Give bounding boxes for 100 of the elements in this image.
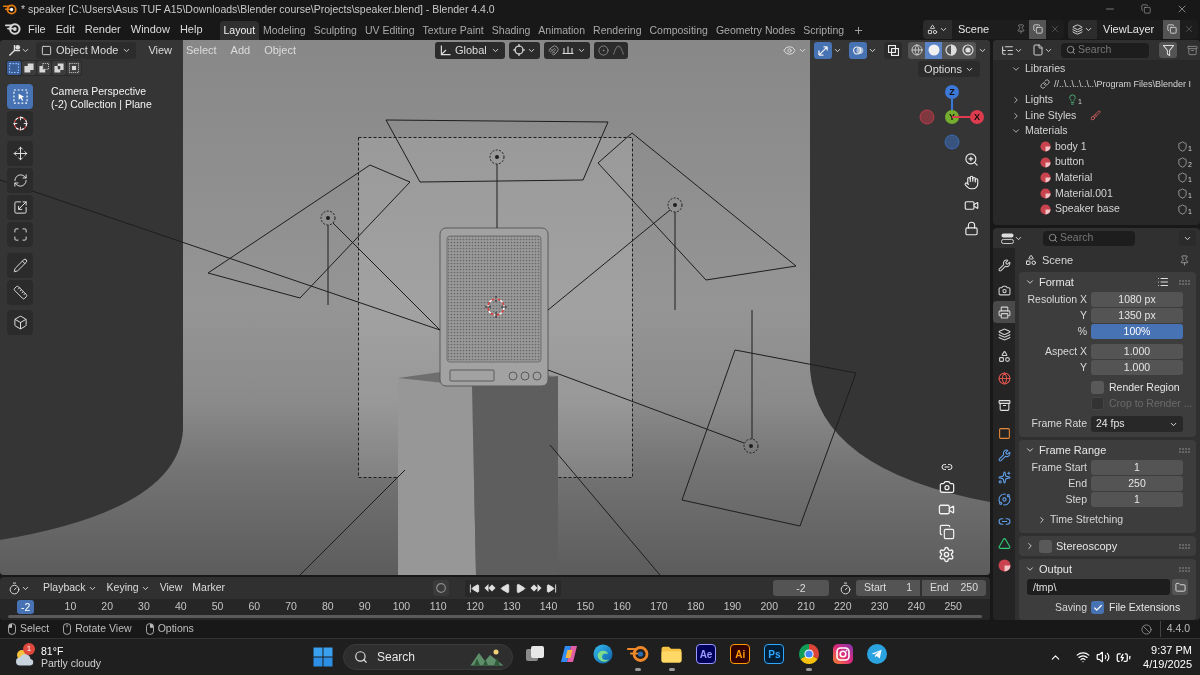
menu-item[interactable]: Marker	[187, 580, 230, 596]
shield-icon[interactable]	[1177, 141, 1189, 153]
hand-icon[interactable]	[964, 175, 979, 190]
start-frame-field[interactable]: Start 1	[856, 580, 920, 596]
tree-item-label[interactable]: Lights	[1025, 92, 1054, 108]
previous-keyframe-icon[interactable]	[484, 583, 496, 593]
ai-app-button[interactable]: Ai	[730, 644, 751, 664]
restore-icon[interactable]	[1141, 4, 1151, 14]
blender-icon[interactable]	[626, 646, 649, 662]
clock-time[interactable]: 9:37 PM	[1151, 643, 1192, 657]
wifi-icon[interactable]	[1076, 650, 1091, 664]
drag-handle-icon[interactable]	[1179, 566, 1190, 572]
output-tab[interactable]	[993, 301, 1015, 323]
end-frame-field[interactable]: End 250	[922, 580, 986, 596]
current-frame-indicator[interactable]: -2	[17, 600, 35, 614]
menu-item[interactable]: File	[23, 20, 51, 38]
menu-item[interactable]: Edit	[50, 20, 80, 38]
checkbox[interactable]	[1091, 381, 1104, 394]
menu-item[interactable]: Window	[125, 20, 175, 38]
filter-button[interactable]	[1159, 42, 1177, 58]
shield-icon[interactable]	[1177, 188, 1189, 200]
panel-title[interactable]: Output	[1039, 560, 1073, 578]
frame-rate-dropdown[interactable]: 24 fps	[1091, 416, 1183, 432]
add-workspace-icon[interactable]	[853, 25, 865, 36]
menu-item[interactable]: View	[141, 41, 180, 59]
blender-menu-icon[interactable]	[5, 23, 21, 35]
tree-item-label[interactable]: //..\..\..\..\..\Program Files\Blender I	[1054, 77, 1192, 92]
move-tool[interactable]	[7, 141, 33, 166]
clock-date[interactable]: 4/19/2025	[1143, 657, 1192, 671]
number-field[interactable]: 1.000	[1091, 360, 1183, 375]
instagram-icon[interactable]	[832, 644, 853, 664]
tree-item-label[interactable]: body 1	[1055, 138, 1087, 155]
timeline-scrollbar[interactable]	[8, 615, 982, 618]
menu-item[interactable]: Render	[79, 20, 126, 38]
drag-handle-icon[interactable]	[1179, 543, 1190, 549]
settings-icon[interactable]	[938, 546, 955, 563]
ps-app-button[interactable]: Ps	[764, 644, 785, 664]
workspace-tab[interactable]: Rendering	[589, 21, 646, 40]
subpanel-title[interactable]: Time Stretching	[1050, 512, 1124, 528]
axes-ball-icon[interactable]	[8, 43, 21, 57]
folder-icon[interactable]	[661, 645, 683, 663]
pin-icon[interactable]	[1179, 254, 1190, 266]
browse-button[interactable]	[923, 19, 952, 39]
select-mode-button[interactable]	[37, 61, 51, 75]
jump-to-start-icon[interactable]	[469, 582, 480, 594]
task-view-icon[interactable]	[525, 644, 546, 664]
pin-icon[interactable]	[1016, 24, 1026, 34]
annotate-tool[interactable]	[7, 253, 33, 278]
workspace-tab[interactable]: Animation	[534, 21, 590, 40]
start-icon[interactable]	[313, 647, 333, 667]
play-reverse-icon[interactable]	[500, 582, 511, 594]
tree-item-label[interactable]: button	[1055, 154, 1085, 171]
folder-button[interactable]	[1172, 579, 1188, 595]
shield-icon[interactable]	[1177, 156, 1189, 168]
list-tree-icon[interactable]	[1001, 43, 1014, 57]
select-mode-button[interactable]	[67, 61, 81, 75]
name-field[interactable]: Scene	[952, 20, 1016, 38]
rotate-tool[interactable]	[7, 168, 33, 193]
drag-handle-icon[interactable]	[1179, 447, 1190, 453]
checkbox[interactable]	[1039, 539, 1052, 553]
edge-icon[interactable]	[593, 644, 614, 664]
video-camera-icon[interactable]	[964, 198, 979, 213]
menu-item[interactable]: Help	[174, 20, 208, 38]
workspace-tab[interactable]: Shading	[487, 21, 535, 40]
play-icon[interactable]	[515, 582, 526, 594]
jump-to-end-icon[interactable]	[546, 582, 557, 594]
lock-icon[interactable]	[964, 221, 979, 236]
number-field[interactable]: 1350 px	[1091, 308, 1183, 323]
presets-icon[interactable]	[1157, 276, 1169, 288]
chrome-icon[interactable]	[798, 644, 819, 664]
duplicate-button[interactable]	[1029, 19, 1046, 39]
browse-button[interactable]	[1068, 19, 1097, 39]
camera-icon[interactable]	[938, 479, 955, 495]
tree-item-label[interactable]: Material.001	[1055, 185, 1113, 202]
add-cube-tool[interactable]	[7, 310, 33, 335]
shading-mode-button[interactable]	[908, 41, 925, 59]
tree-item-label[interactable]: Materials	[1025, 123, 1068, 140]
checkbox-label[interactable]: Render Region	[1109, 379, 1180, 396]
workspace-tab[interactable]: Scripting	[799, 21, 849, 40]
panel-title[interactable]: Format	[1039, 273, 1074, 291]
drag-handle-icon[interactable]	[1179, 279, 1190, 285]
stopwatch-icon[interactable]	[839, 581, 852, 595]
checkbox[interactable]	[1091, 601, 1104, 614]
search-field[interactable]: Search	[343, 644, 513, 670]
record-button[interactable]	[433, 580, 449, 596]
current-frame-field[interactable]: -2	[773, 580, 829, 596]
search-field[interactable]: Search	[1043, 230, 1135, 246]
archive-icon[interactable]	[1187, 44, 1198, 56]
name-field[interactable]: ViewLayer	[1097, 20, 1163, 38]
select-mode-button[interactable]	[22, 61, 36, 75]
stacked-frames-icon[interactable]	[938, 524, 955, 540]
panel-title[interactable]: Stereoscopy	[1056, 537, 1118, 555]
tree-item-label[interactable]: Speaker base	[1055, 201, 1120, 217]
duplicate-button[interactable]	[1163, 19, 1180, 39]
shading-mode-button[interactable]	[942, 41, 959, 59]
select-mode-button[interactable]	[52, 61, 66, 75]
workspace-tab[interactable]: Texture Paint	[418, 21, 488, 40]
checkbox-label[interactable]: File Extensions	[1109, 599, 1181, 616]
number-field[interactable]: 1.000	[1091, 344, 1183, 359]
tree-item-label[interactable]: Libraries	[1025, 60, 1066, 77]
